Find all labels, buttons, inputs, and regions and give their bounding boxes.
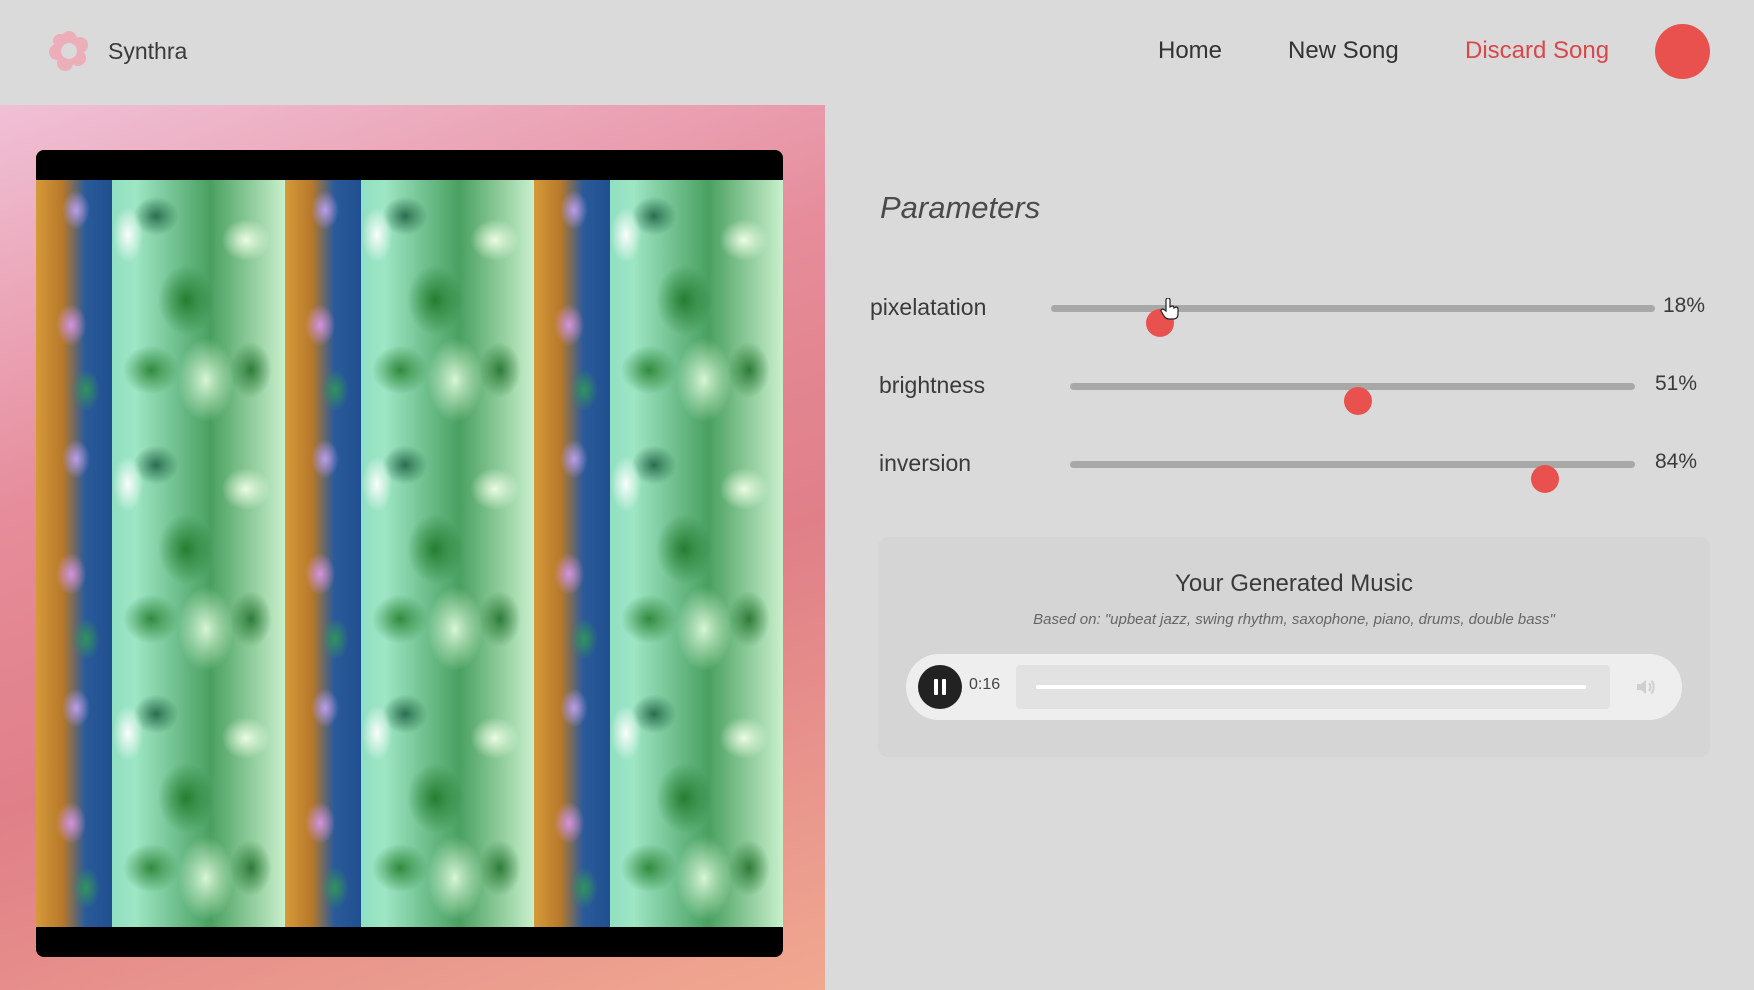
slider-thumb[interactable] <box>1344 387 1373 415</box>
pattern-tile <box>534 180 783 429</box>
music-prompt: Based on: "upbeat jazz, swing rhythm, sa… <box>1033 611 1555 628</box>
hand-cursor-icon <box>1160 298 1179 320</box>
music-title: Your Generated Music <box>1175 570 1413 597</box>
pattern-tile <box>36 678 285 927</box>
slider-inversion: inversion 84% <box>870 446 1710 493</box>
audio-player: 0:16 <box>906 654 1682 720</box>
pattern-tile <box>534 678 783 927</box>
pause-icon <box>934 679 946 695</box>
app-page: Synthra Home New Song Discard Song Param… <box>0 0 1754 990</box>
playback-time: 0:16 <box>969 676 1001 693</box>
pattern-tile <box>285 180 534 429</box>
slider-label: brightness <box>879 372 986 398</box>
nav-discard-song-link[interactable]: Discard Song <box>1465 28 1609 74</box>
progress-fill <box>1036 685 1586 689</box>
pattern-tile <box>285 678 534 927</box>
slider-pixelatation: pixelatation 18% <box>870 290 1710 337</box>
slider-label: inversion <box>879 450 972 476</box>
slider-thumb[interactable] <box>1530 465 1559 493</box>
generated-music-card: Your Generated Music Based on: "upbeat j… <box>878 537 1710 757</box>
slider-track[interactable] <box>1070 461 1635 493</box>
volume-icon[interactable] <box>1634 675 1658 699</box>
slider-brightness: brightness 51% <box>870 368 1710 415</box>
pause-button[interactable] <box>918 665 962 709</box>
top-nav-bar: Synthra Home New Song Discard Song <box>0 0 1754 104</box>
slider-track[interactable] <box>1070 383 1635 415</box>
pattern-tile <box>285 429 534 678</box>
progress-bar[interactable] <box>1016 665 1610 709</box>
progress-track[interactable] <box>1036 685 1586 689</box>
slider-label: pixelatation <box>870 294 987 320</box>
pattern-tile <box>36 180 285 429</box>
slider-track[interactable] <box>1051 305 1655 337</box>
brand[interactable]: Synthra <box>48 28 187 74</box>
pattern-tile <box>36 429 285 678</box>
pattern-tile <box>534 429 783 678</box>
nav-new-song-link[interactable]: New Song <box>1288 28 1399 74</box>
nav-home-link[interactable]: Home <box>1158 28 1222 74</box>
pattern-grid <box>36 180 783 927</box>
brand-name: Synthra <box>108 37 188 64</box>
slider-value: 18% <box>1663 294 1706 317</box>
parameters-title: Parameters <box>880 190 1041 225</box>
flower-logo-icon <box>49 31 88 71</box>
visual-panel <box>0 105 825 990</box>
slider-value: 84% <box>1655 450 1698 473</box>
user-avatar[interactable] <box>1655 24 1710 79</box>
slider-value: 51% <box>1655 372 1698 395</box>
generated-visual-canvas <box>36 150 783 957</box>
